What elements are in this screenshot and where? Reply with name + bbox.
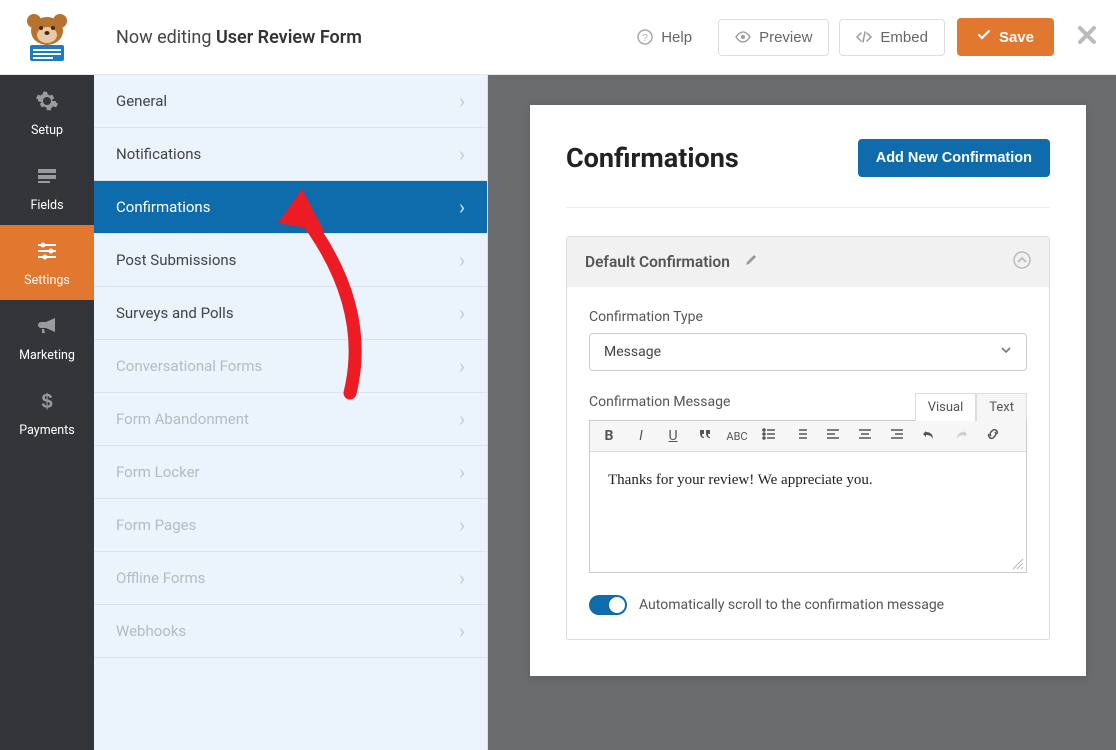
check-icon <box>977 28 991 46</box>
svg-text:$: $ <box>41 391 52 413</box>
link-button[interactable] <box>984 427 1002 445</box>
list-ol-icon <box>794 427 808 445</box>
pencil-icon <box>744 253 758 271</box>
redo-button[interactable] <box>952 427 970 445</box>
dollar-icon: $ <box>4 389 90 417</box>
eye-icon <box>735 29 751 45</box>
edit-name-button[interactable] <box>744 253 758 271</box>
sidebar-item-surveys-polls[interactable]: Surveys and Polls › <box>94 287 487 340</box>
sidebar-item-post-submissions[interactable]: Post Submissions › <box>94 234 487 287</box>
nav-setup[interactable]: Setup <box>0 75 94 150</box>
chevron-right-icon: › <box>459 142 465 166</box>
sidebar-item-form-abandonment[interactable]: Form Abandonment › <box>94 393 487 446</box>
sidebar-item-webhooks[interactable]: Webhooks › <box>94 605 487 658</box>
help-icon: ? <box>637 29 653 45</box>
svg-text:?: ? <box>642 33 648 44</box>
editor-tab-visual[interactable]: Visual <box>915 393 977 421</box>
fields-icon <box>4 164 90 192</box>
bold-button[interactable]: B <box>600 427 618 445</box>
confirmation-card: Default Confirmation <box>566 236 1050 640</box>
close-icon <box>1076 31 1098 50</box>
blockquote-button[interactable] <box>696 427 714 445</box>
auto-scroll-label: Automatically scroll to the confirmation… <box>639 597 944 613</box>
form-name: User Review Form <box>216 27 362 48</box>
chevron-right-icon: › <box>459 195 465 219</box>
list-ul-icon <box>762 427 776 445</box>
app-logo[interactable] <box>0 0 94 75</box>
italic-button[interactable]: I <box>632 427 650 445</box>
nav-rail: Setup Fields Settings Marketing $ Paymen… <box>0 75 94 750</box>
preview-button[interactable]: Preview <box>718 19 829 56</box>
embed-button[interactable]: Embed <box>839 19 945 56</box>
sidebar-item-confirmations[interactable]: Confirmations › <box>94 181 487 234</box>
nav-payments[interactable]: $ Payments <box>0 375 94 450</box>
editor-tab-text[interactable]: Text <box>976 393 1027 421</box>
chevron-up-circle-icon <box>1013 255 1031 273</box>
bullhorn-icon <box>4 314 90 342</box>
align-center-icon <box>858 427 872 445</box>
chevron-right-icon: › <box>459 619 465 643</box>
align-right-icon <box>890 427 904 445</box>
quote-icon <box>698 427 712 445</box>
help-button[interactable]: ? Help <box>621 20 708 55</box>
confirmation-type-label: Confirmation Type <box>589 309 1027 325</box>
sidebar-item-offline-forms[interactable]: Offline Forms › <box>94 552 487 605</box>
sidebar-item-general[interactable]: General › <box>94 75 487 128</box>
chevron-down-icon <box>1000 344 1012 360</box>
nav-marketing[interactable]: Marketing <box>0 300 94 375</box>
confirmations-panel: Confirmations Add New Confirmation Defau… <box>530 105 1086 676</box>
save-button[interactable]: Save <box>957 18 1054 56</box>
underline-button[interactable]: U <box>664 427 682 445</box>
bulleted-list-button[interactable] <box>760 427 778 445</box>
chevron-right-icon: › <box>459 407 465 431</box>
editing-title: Now editing User Review Form <box>94 27 362 48</box>
chevron-right-icon: › <box>459 460 465 484</box>
nav-fields[interactable]: Fields <box>0 150 94 225</box>
undo-icon <box>922 427 936 445</box>
chevron-right-icon: › <box>459 513 465 537</box>
select-value: Message <box>604 344 661 360</box>
redo-icon <box>954 427 968 445</box>
undo-button[interactable] <box>920 427 938 445</box>
auto-scroll-toggle[interactable] <box>589 595 627 615</box>
add-confirmation-button[interactable]: Add New Confirmation <box>858 139 1050 177</box>
nav-settings[interactable]: Settings <box>0 225 94 300</box>
chevron-right-icon: › <box>459 248 465 272</box>
sidebar-item-conversational-forms[interactable]: Conversational Forms › <box>94 340 487 393</box>
chevron-right-icon: › <box>459 354 465 378</box>
chevron-right-icon: › <box>459 566 465 590</box>
align-left-icon <box>826 427 840 445</box>
link-icon <box>986 427 1000 445</box>
rich-text-editor: B I U ABC <box>589 420 1027 573</box>
settings-subpanel: General › Notifications › Confirmations … <box>94 75 488 750</box>
editor-toolbar: B I U ABC <box>590 421 1026 452</box>
card-title: Default Confirmation <box>585 253 730 271</box>
editing-prefix: Now editing <box>116 27 216 48</box>
panel-title: Confirmations <box>566 142 739 174</box>
align-right-button[interactable] <box>888 427 906 445</box>
align-center-button[interactable] <box>856 427 874 445</box>
sidebar-item-form-pages[interactable]: Form Pages › <box>94 499 487 552</box>
content-area: Confirmations Add New Confirmation Defau… <box>488 75 1116 750</box>
chevron-right-icon: › <box>459 301 465 325</box>
code-icon <box>856 29 872 45</box>
confirmation-message-label: Confirmation Message <box>589 394 730 410</box>
collapse-button[interactable] <box>1013 251 1031 273</box>
resize-grip-icon[interactable] <box>1012 558 1024 570</box>
numbered-list-button[interactable] <box>792 427 810 445</box>
gear-icon <box>4 89 90 117</box>
sliders-icon <box>4 239 90 267</box>
editor-content[interactable]: Thanks for your review! We appreciate yo… <box>590 452 1026 572</box>
confirmation-type-select[interactable]: Message <box>589 333 1027 371</box>
close-button[interactable] <box>1076 24 1098 50</box>
chevron-right-icon: › <box>459 89 465 113</box>
align-left-button[interactable] <box>824 427 842 445</box>
sidebar-item-notifications[interactable]: Notifications › <box>94 128 487 181</box>
strikethrough-button[interactable]: ABC <box>728 427 746 445</box>
sidebar-item-form-locker[interactable]: Form Locker › <box>94 446 487 499</box>
